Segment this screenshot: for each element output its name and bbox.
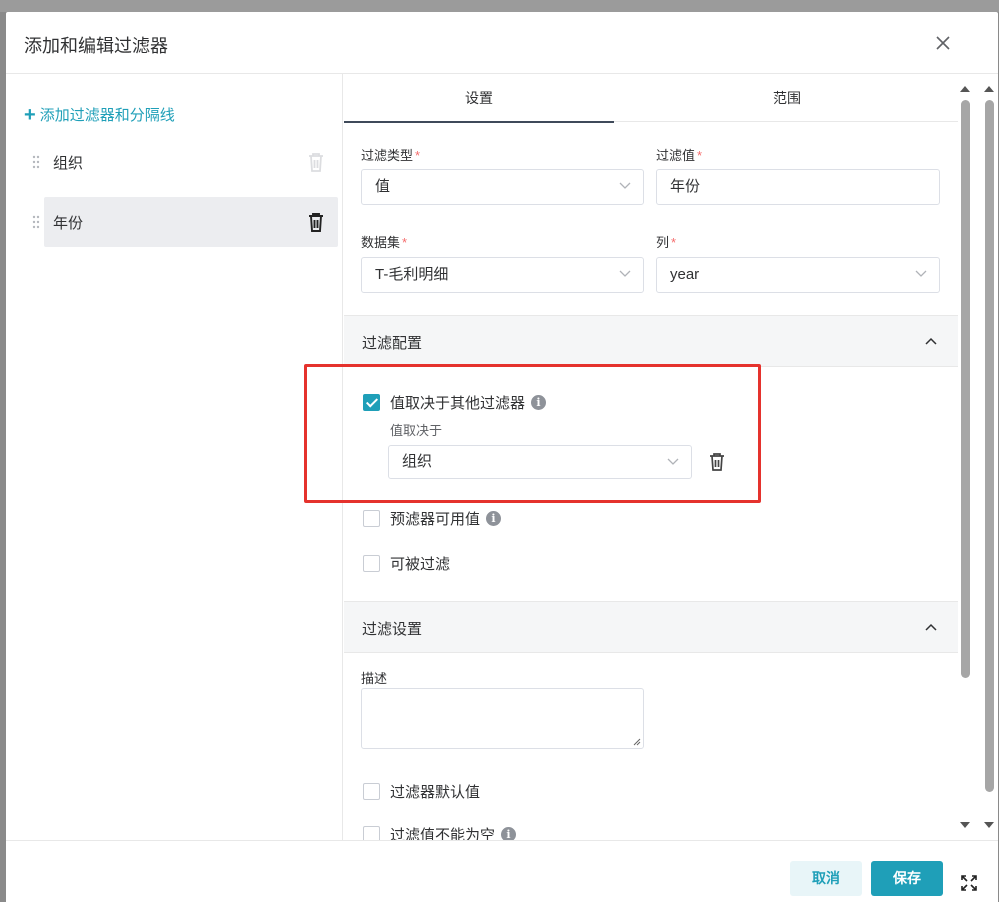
save-button[interactable]: 保存 (871, 861, 943, 896)
depends-on-value: 组织 (402, 453, 433, 470)
add-filter-label: 添加过滤器和分隔线 (39, 107, 175, 124)
prefilter-label: 预滤器可用值 (390, 511, 481, 528)
dialog-footer: 取消 保存 (6, 840, 998, 902)
background-strip (0, 0, 999, 12)
filter-dialog: 添加和编辑过滤器 + 添加过滤器和分隔线 组织 年份 设置 范围 过滤类型 * … (6, 12, 998, 902)
trash-icon[interactable] (708, 452, 726, 472)
filter-item-label: 组织 (53, 154, 84, 172)
chevron-down-icon (619, 270, 631, 277)
dataset-label: 数据集 * (361, 235, 408, 250)
depends-on-checkbox[interactable] (363, 394, 380, 411)
fullscreen-icon[interactable] (961, 875, 977, 891)
scroll-up-arrow-icon[interactable] (984, 86, 994, 92)
filter-settings-pane: 设置 范围 过滤类型 * 值 过滤值 * 年份 数据集 * T-毛利明细 列 * yea… (344, 74, 958, 840)
drag-handle-icon[interactable] (32, 155, 40, 169)
dialog-header: 添加和编辑过滤器 (6, 12, 998, 74)
filter-value-label: 过滤值 * (656, 148, 703, 163)
filter-list-pane: + 添加过滤器和分隔线 组织 年份 (6, 74, 343, 840)
depends-on-select[interactable]: 组织 (388, 445, 692, 479)
drag-handle-icon[interactable] (32, 215, 40, 229)
filter-settings-title: 过滤设置 (362, 621, 423, 638)
add-filter-button[interactable]: + 添加过滤器和分隔线 (24, 104, 175, 125)
depends-on-label: 值取决于其他过滤器 (390, 395, 526, 412)
prefilter-row: 预滤器可用值 i (363, 508, 502, 529)
tab-scope[interactable]: 范围 (652, 74, 922, 122)
chevron-down-icon (619, 182, 631, 189)
column-label: 列 * (656, 235, 677, 250)
prefilter-checkbox[interactable] (363, 510, 380, 527)
trash-icon[interactable] (306, 151, 326, 173)
tab-settings[interactable]: 设置 (344, 74, 614, 123)
scrollbar[interactable] (956, 74, 974, 834)
default-value-label: 过滤器默认值 (390, 784, 481, 801)
default-value-row: 过滤器默认值 (363, 781, 480, 802)
column-value: year (670, 266, 700, 283)
chevron-down-icon (667, 458, 679, 465)
info-icon[interactable]: i (531, 395, 547, 410)
info-icon[interactable]: i (486, 511, 502, 526)
scroll-up-arrow-icon[interactable] (960, 86, 970, 92)
column-select[interactable]: year (656, 257, 940, 293)
tab-bar: 设置 范围 (344, 74, 958, 123)
filter-type-value: 值 (375, 178, 391, 195)
filter-settings-header[interactable]: 过滤设置 (344, 601, 958, 653)
filter-item-label: 年份 (53, 214, 84, 232)
filterable-checkbox[interactable] (363, 555, 380, 572)
description-textarea[interactable] (361, 688, 644, 749)
required-row: 过滤值不能为空 i (363, 824, 517, 840)
dialog-title: 添加和编辑过滤器 (24, 36, 168, 56)
filter-item-org[interactable]: 组织 (32, 137, 338, 187)
chevron-up-icon[interactable] (924, 336, 938, 346)
required-checkbox[interactable] (363, 826, 380, 840)
chevron-up-icon[interactable] (924, 622, 938, 632)
dataset-value: T-毛利明细 (375, 266, 449, 283)
outer-scrollbar[interactable] (980, 74, 998, 834)
depends-sub-label: 值取决于 (390, 423, 443, 438)
info-icon[interactable]: i (501, 827, 517, 840)
scroll-thumb[interactable] (961, 100, 970, 678)
description-label: 描述 (361, 671, 388, 686)
default-value-checkbox[interactable] (363, 783, 380, 800)
scroll-down-arrow-icon[interactable] (984, 822, 994, 828)
filter-value-input[interactable]: 年份 (656, 169, 940, 205)
resize-handle-icon[interactable] (633, 738, 641, 746)
dataset-select[interactable]: T-毛利明细 (361, 257, 644, 293)
required-label: 过滤值不能为空 (390, 827, 496, 840)
trash-icon[interactable] (306, 211, 326, 233)
filterable-row: 可被过滤 (363, 553, 450, 574)
cancel-button[interactable]: 取消 (790, 861, 862, 896)
filter-config-header[interactable]: 过滤配置 (344, 315, 958, 367)
filterable-label: 可被过滤 (390, 556, 451, 573)
close-icon[interactable] (934, 34, 952, 52)
scroll-down-arrow-icon[interactable] (960, 822, 970, 828)
filter-config-title: 过滤配置 (362, 335, 423, 352)
filter-type-select[interactable]: 值 (361, 169, 644, 205)
plus-icon: + (24, 103, 36, 126)
filter-item-year[interactable]: 年份 (32, 197, 338, 247)
filter-type-label: 过滤类型 * (361, 148, 421, 163)
scroll-thumb[interactable] (985, 100, 994, 792)
chevron-down-icon (915, 270, 927, 277)
depends-on-row: 值取决于其他过滤器 i (363, 392, 547, 413)
